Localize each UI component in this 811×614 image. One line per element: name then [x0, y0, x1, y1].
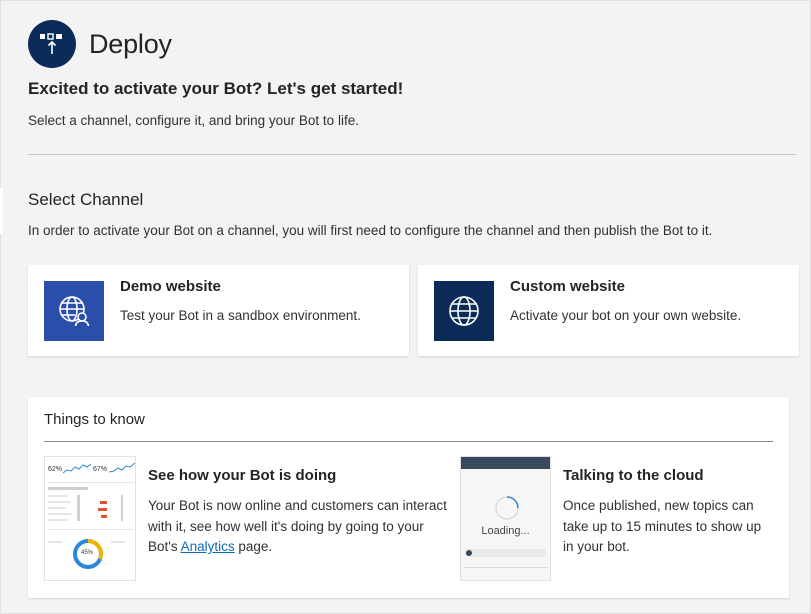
page-header: Deploy [28, 20, 172, 68]
chat-header-bar [461, 457, 550, 469]
analytics-item-title: See how your Bot is doing [148, 467, 337, 484]
loading-spinner-icon [495, 496, 519, 520]
globe-person-icon [44, 281, 104, 341]
cloud-item-title: Talking to the cloud [563, 467, 704, 484]
demo-website-card[interactable]: Demo website Test your Bot in a sandbox … [28, 265, 409, 356]
analytics-link[interactable]: Analytics [181, 539, 235, 554]
analytics-item-text: Your Bot is now online and customers can… [148, 496, 453, 558]
select-channel-description: In order to activate your Bot on a chann… [28, 223, 713, 238]
thumb-stat: 67% [93, 466, 108, 473]
chat-message [465, 549, 546, 557]
bot-avatar-icon [466, 550, 472, 556]
card-description: Activate your bot on your own website. [510, 308, 742, 323]
select-channel-title: Select Channel [28, 190, 144, 209]
card-title: Custom website [510, 278, 626, 295]
card-description: Test your Bot in a sandbox environment. [120, 308, 361, 323]
section-divider [28, 154, 796, 155]
sparkline-icon [109, 462, 135, 473]
intro-description: Select a channel, configure it, and brin… [28, 113, 359, 128]
custom-website-card[interactable]: Custom website Activate your bot on your… [418, 265, 799, 356]
sparkline-icon [63, 463, 91, 474]
intro-subtitle: Excited to activate your Bot? Let's get … [28, 79, 404, 98]
cloud-item-text: Once published, new topics can take up t… [563, 498, 762, 554]
thumb-stat: 62% [48, 466, 63, 473]
globe-icon [434, 281, 494, 341]
things-to-know-title: Things to know [44, 411, 145, 428]
loading-thumbnail: Loading... [460, 456, 551, 581]
loading-label: Loading... [481, 525, 530, 537]
deploy-icon [28, 20, 76, 68]
chat-input [464, 567, 547, 577]
donut-label: 45% [81, 550, 94, 556]
things-to-know-divider [44, 441, 773, 442]
things-to-know-panel: Things to know 62% 67% 45% See how your [28, 397, 789, 598]
card-title: Demo website [120, 278, 221, 295]
analytics-thumbnail: 62% 67% 45% [44, 456, 136, 581]
analytics-text-part: page. [234, 539, 273, 554]
focus-accent [0, 188, 3, 234]
page-title: Deploy [89, 28, 172, 59]
